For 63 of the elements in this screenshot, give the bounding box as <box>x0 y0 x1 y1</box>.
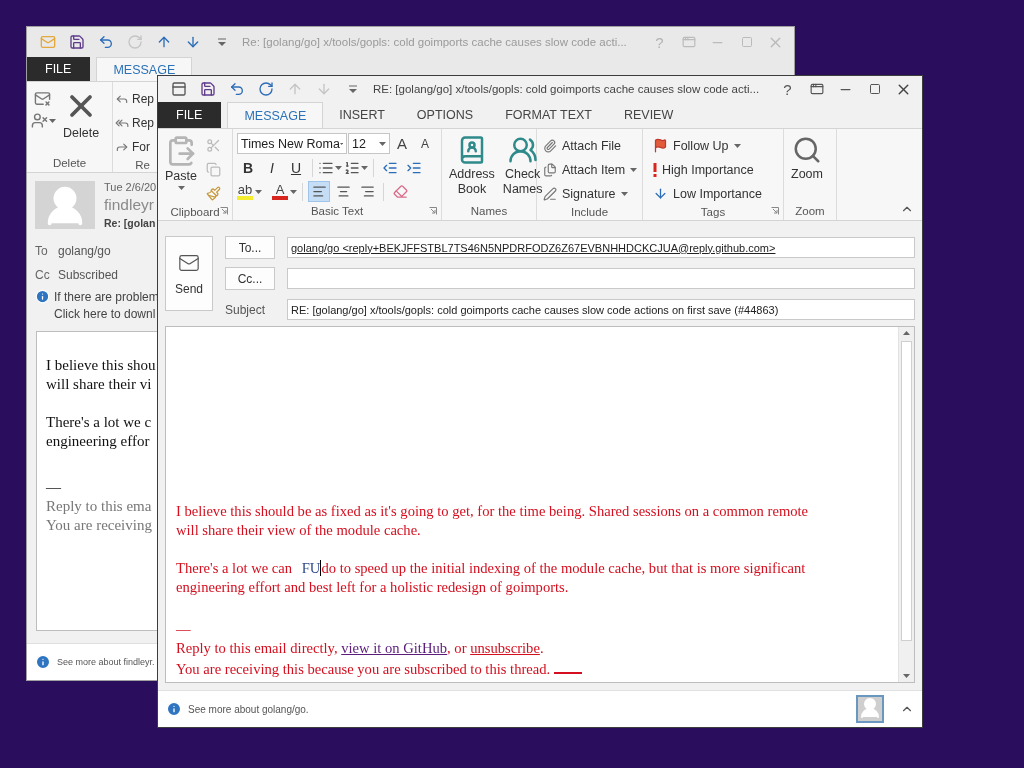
ribbon-tab[interactable]: REVIEW <box>607 102 690 128</box>
ribbon-tab[interactable]: MESSAGE <box>96 57 193 81</box>
info-text[interactable]: If there are problem Click here to downl <box>54 289 159 323</box>
shrink-font-button[interactable]: A <box>414 136 436 151</box>
ribbon-tab[interactable]: FORMAT TEXT <box>489 102 608 128</box>
bold-button[interactable]: B <box>237 157 259 178</box>
group-label: Tags <box>700 206 726 218</box>
to-label: To <box>35 244 49 258</box>
sender-name: findleyr <box>104 196 154 214</box>
people-pane-text[interactable]: See more about golang/go. <box>188 703 309 715</box>
to-value: golang/go <box>58 244 111 258</box>
group-label: Delete <box>52 157 87 169</box>
zoom-button[interactable]: Zoom <box>788 133 826 202</box>
ribbon-tab[interactable]: INSERT <box>323 102 401 128</box>
separator-text: — <box>46 478 61 497</box>
body-paragraph: There's a lot we c engineering effor <box>46 413 152 451</box>
people-pane-text[interactable]: See more about findleyr. <box>57 657 155 667</box>
grow-font-button[interactable]: A <box>391 135 413 152</box>
separator-text: — <box>176 620 192 639</box>
cc-label: Cc <box>35 268 50 282</box>
subject-label: Subject <box>225 302 267 317</box>
body-paragraph: I believe this shou will share their vi <box>46 356 156 394</box>
paste-button[interactable]: Paste <box>162 133 200 204</box>
body-paragraph: Reply to this email directly, view it on GitHub, or unsubscribe. You are receiving this because you are subscribed to this thread. <box>176 639 812 679</box>
help-button[interactable]: ? <box>775 78 800 100</box>
cc-button[interactable]: Cc... <box>225 267 275 290</box>
italic-button[interactable]: I <box>261 157 283 178</box>
file-tab[interactable]: FILE <box>27 57 91 81</box>
group-label: Re <box>135 158 150 171</box>
group-label: Include <box>570 206 609 218</box>
respond-button[interactable]: For <box>115 136 154 157</box>
respond-button[interactable]: Rep <box>115 88 154 109</box>
delete-button[interactable]: Delete <box>60 86 103 154</box>
underline-button[interactable]: U <box>285 157 307 178</box>
group-label: Names <box>470 205 508 217</box>
window-title: Re: [golang/go] x/tools/gopls: cold goimports cache causes slow code acti... <box>242 36 627 48</box>
font-size-select[interactable]: 12 <box>348 133 390 154</box>
to-button[interactable]: To... <box>225 236 275 259</box>
tag-button[interactable]: Low Importance <box>651 183 764 204</box>
address-book-button[interactable]: Address Book <box>446 133 498 202</box>
date-text: Tue 2/6/20 <box>104 181 157 193</box>
group-label: Clipboard <box>170 206 220 218</box>
cc-value: Subscribed <box>58 268 119 282</box>
group-label: Basic Text <box>310 205 364 217</box>
window-title: RE: [golang/go] x/tools/gopls: cold goimports cache causes slow code acti... <box>373 83 760 95</box>
to-field[interactable]: golang/go <reply+BEKJFFSTBL7TS46N5NPDRFODZ6Z67EVBNHHDCKCJUA@reply.github.com> <box>287 237 915 258</box>
body-paragraph: There's a lot we can FUdo to speed up the initial indexing of the module cache, but that is more significant engineering effort and best left for a holistic redesign of goimports. <box>176 559 807 597</box>
subject-field[interactable]: RE: [golang/go] x/tools/gopls: cold goimports cache causes slow code actions on first save (#44863) <box>287 299 915 320</box>
file-tab[interactable]: FILE <box>158 102 222 128</box>
body-paragraph: Reply to this ema You are receiving <box>46 497 152 535</box>
ribbon-tab[interactable]: MESSAGE <box>227 102 324 128</box>
respond-button[interactable]: Rep <box>115 112 154 133</box>
tag-button[interactable]: High Importance <box>651 159 764 180</box>
subject-text: Re: [golan <box>104 217 156 229</box>
link[interactable]: unsubscribe <box>470 640 540 656</box>
ribbon-tab[interactable]: OPTIONS <box>400 102 490 128</box>
group-label: Zoom <box>795 205 825 217</box>
tag-button[interactable]: Follow Up <box>651 135 764 156</box>
send-button[interactable]: Send <box>165 236 213 311</box>
highlight-button[interactable]: ab <box>237 182 253 201</box>
font-select[interactable]: Times New Roma <box>237 133 347 154</box>
font-color-button[interactable]: A <box>272 182 288 201</box>
body-paragraph: I believe this should be as fixed as it's going to get, for the time being. Shared sessions on a common remote will share their view of the module cache. <box>176 502 810 540</box>
